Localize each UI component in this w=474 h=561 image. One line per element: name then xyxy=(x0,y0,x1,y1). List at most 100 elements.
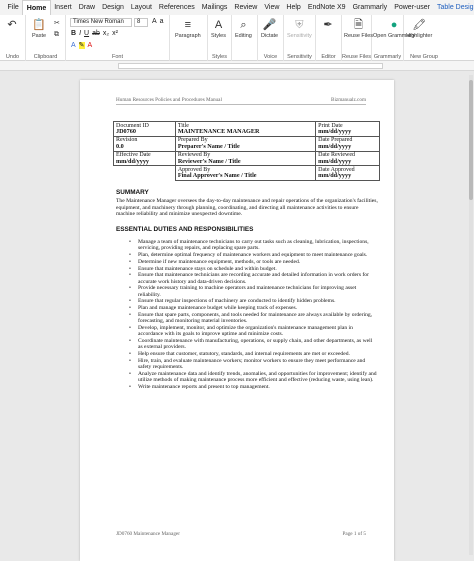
reviewed-by-value: Reviewer's Name / Title xyxy=(177,157,241,165)
tab-grammarly[interactable]: Grammarly xyxy=(349,0,391,15)
styles-button[interactable]: A Styles xyxy=(211,18,226,39)
tab-insert[interactable]: Insert xyxy=(51,0,76,15)
duty-list-item: Write maintenance reports and present to… xyxy=(129,384,378,390)
new-group: 🖍 Highlighter New Group xyxy=(404,15,444,61)
tab-view[interactable]: View xyxy=(261,0,283,15)
horizontal-ruler[interactable] xyxy=(0,61,474,71)
tab-layout[interactable]: Layout xyxy=(127,0,155,15)
font-color-icon[interactable]: A xyxy=(88,42,93,49)
undo-group: ↶ Undo xyxy=(0,15,26,61)
duty-list-item: Hire, train, and evaluate maintenance wo… xyxy=(129,358,378,370)
highlight-color-icon[interactable]: ✎ xyxy=(78,42,85,49)
footer-left-text: JD0760 Maintenance Manager xyxy=(116,531,180,537)
cut-button[interactable]: ✂ xyxy=(54,19,60,27)
cut-icon: ✂ xyxy=(54,20,60,27)
duty-list-item: Ensure that maintenance stays on schedul… xyxy=(129,266,378,272)
grow-font-icon[interactable]: A xyxy=(152,18,157,25)
tab-design[interactable]: Design xyxy=(99,0,128,15)
font-name-select[interactable]: Times New Roman xyxy=(70,18,132,27)
summary-heading: SUMMARY xyxy=(116,189,149,197)
duty-list-item: Plan, determine optimal frequency of mai… xyxy=(129,252,378,258)
duties-heading: ESSENTIAL DUTIES AND RESPONSIBILITIES xyxy=(116,226,254,234)
scrollbar-thumb[interactable] xyxy=(469,80,473,200)
sensitivity-group-label: Sensitivity xyxy=(287,54,312,60)
page-header: Human Resources Policies and Procedures … xyxy=(116,97,366,105)
duties-list: Manage a team of maintenance technicians… xyxy=(129,239,378,390)
underline-icon[interactable]: U xyxy=(84,30,89,37)
tab-file[interactable]: File xyxy=(4,0,22,15)
tab-table-design[interactable]: Table Design xyxy=(433,0,474,15)
tab-home[interactable]: Home xyxy=(22,0,51,15)
subscript-icon[interactable]: x₂ xyxy=(103,30,109,37)
font-size-controls: Aa xyxy=(152,18,167,25)
strikethrough-icon[interactable]: ab xyxy=(92,30,100,37)
paste-button[interactable]: 📋 Paste xyxy=(32,18,46,39)
microphone-icon: 🎤 xyxy=(262,19,277,31)
font-group: Times New Roman 8 Aa B I Uab x₂ x² A ✎ A Font xyxy=(66,15,170,61)
editing-label: Editing xyxy=(235,33,252,39)
tab-endnote-x9[interactable]: EndNote X9 xyxy=(304,0,349,15)
highlighter-label: Highlighter xyxy=(406,33,433,39)
styles-group-label: Styles xyxy=(212,54,227,60)
revision-label: Revision xyxy=(116,137,138,144)
ribbon-home: ↶ Undo 📋 Paste ✂ ⧉ Clipboard Times New Ro… xyxy=(0,15,474,61)
font-size-select[interactable]: 8 xyxy=(134,18,148,27)
prepared-by-value: Preparer's Name / Title xyxy=(177,142,240,150)
undo-button[interactable]: ↶ xyxy=(5,18,19,33)
clipboard-group: 📋 Paste ✂ ⧉ Clipboard xyxy=(26,15,66,61)
bold-icon[interactable]: B xyxy=(71,30,76,37)
document-control-table[interactable]: Document ID JD0760 Title MAINTENANCE MANAG… xyxy=(113,121,380,182)
font-group-label: Font xyxy=(111,54,123,60)
editing-button[interactable]: ⌕ Editing xyxy=(235,18,252,39)
reuse-files-button[interactable]: 🗎 Reuse Files xyxy=(344,18,373,39)
date-reviewed-value: mm/dd/yyyy xyxy=(318,157,352,165)
color-buttons-row: A ✎ A xyxy=(71,41,95,49)
effective-date-value: mm/dd/yyyy xyxy=(116,157,150,165)
date-prepared-value: mm/dd/yyyy xyxy=(318,142,352,150)
document-body: Human Resources Policies and Procedures … xyxy=(113,97,380,391)
duty-list-item: Coordinate maintenance with manufacturin… xyxy=(129,338,378,350)
text-effects-icon[interactable]: A xyxy=(71,42,76,49)
clipboard-group-label: Clipboard xyxy=(33,54,58,60)
duty-list-item: Plan and manage maintenance budget while… xyxy=(129,305,378,311)
undo-group-label: Undo xyxy=(5,54,20,60)
styles-icon: A xyxy=(214,19,223,31)
copy-button[interactable]: ⧉ xyxy=(54,31,59,39)
tab-references[interactable]: References xyxy=(155,0,198,15)
copy-icon: ⧉ xyxy=(54,31,59,38)
tab-help[interactable]: Help xyxy=(283,0,304,15)
header-right-text: Bizmanualz.com xyxy=(330,97,366,103)
editor-pen-icon: ✒ xyxy=(323,19,333,31)
format-buttons-row: B I Uab x₂ x² xyxy=(71,30,121,37)
doc-id-value: JD0760 xyxy=(116,127,136,135)
tab-draw[interactable]: Draw xyxy=(75,0,98,15)
styles-button-label: Styles xyxy=(211,33,226,39)
dictate-button[interactable]: 🎤 Dictate xyxy=(261,18,278,39)
ruler-text-area xyxy=(118,63,383,69)
duty-list-item: Analyze maintenance data and identify tr… xyxy=(129,371,378,383)
search-icon: ⌕ xyxy=(240,19,247,31)
tab-power-user[interactable]: Power-user xyxy=(391,0,434,15)
undo-icon: ↶ xyxy=(7,19,17,31)
duty-list-item: Ensure that regular inspections of machi… xyxy=(129,298,378,304)
duty-list-item: Manage a team of maintenance technicians… xyxy=(129,239,378,251)
shrink-font-icon[interactable]: a xyxy=(160,18,164,25)
superscript-icon[interactable]: x² xyxy=(112,30,118,37)
highlighter-button[interactable]: 🖍 Highlighter xyxy=(406,18,432,39)
title-value: MAINTENANCE MANAGER xyxy=(177,127,260,135)
duty-list-item: Provide necessary training to machine op… xyxy=(129,285,378,297)
styles-group: A Styles Styles xyxy=(208,15,232,61)
duty-list-item: Determine if new maintenance equipment, … xyxy=(129,259,378,265)
voice-group-label: Voice xyxy=(263,54,278,60)
paragraph-label: Paragraph xyxy=(175,33,201,39)
sensitivity-button[interactable]: ⛨ Sensitivity xyxy=(287,18,312,39)
tab-review[interactable]: Review xyxy=(231,0,261,15)
tab-mailings[interactable]: Mailings xyxy=(198,0,231,15)
duty-list-item: Help ensure that customer, statutory, st… xyxy=(129,351,378,357)
italic-icon[interactable]: I xyxy=(79,30,81,37)
grammarly-group-label: Grammarly xyxy=(373,54,402,60)
sensitivity-button-label: Sensitivity xyxy=(287,33,312,39)
editor-button[interactable]: ✒ xyxy=(321,18,335,33)
document-page[interactable]: Human Resources Policies and Procedures … xyxy=(80,80,394,561)
paragraph-button[interactable]: ≡ Paragraph xyxy=(175,18,201,39)
